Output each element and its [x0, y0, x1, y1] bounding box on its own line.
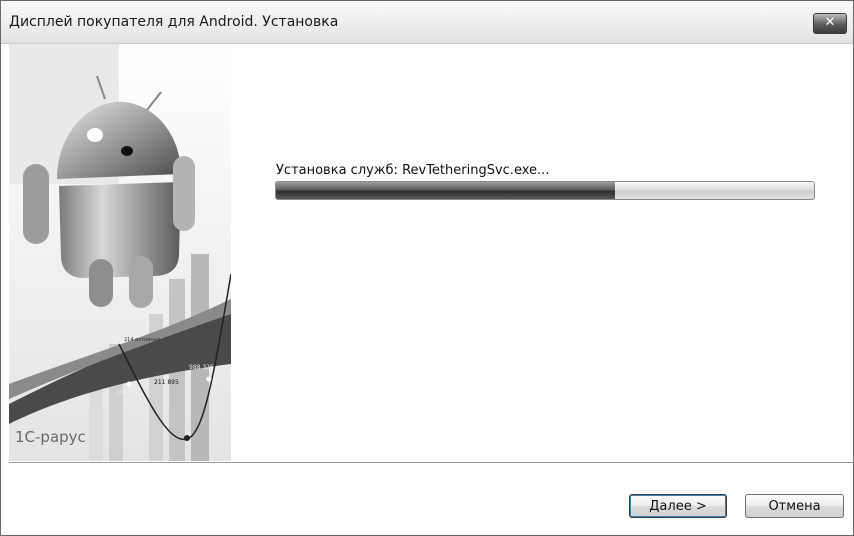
title-bar[interactable]: Дисплей покупателя для Android. Установк…	[1, 1, 853, 44]
brand-logo: 1С-рарус	[15, 428, 86, 446]
chart-label: 558 025	[117, 390, 134, 395]
progress-status-text: Установка служб: RevTetheringSvc.exe...	[276, 163, 550, 178]
footer-divider	[9, 462, 853, 464]
chart-label: 214 активных	[124, 337, 161, 343]
progress-bar-fill	[276, 182, 615, 199]
next-button[interactable]: Далее >	[629, 494, 727, 518]
progress-bar	[275, 181, 815, 200]
window-title: Дисплей покупателя для Android. Установк…	[9, 14, 339, 30]
side-banner-image: 214 активных 211 895 988 325 558 025 1С-…	[9, 44, 231, 461]
installer-window: Дисплей покупателя для Android. Установк…	[0, 0, 854, 536]
cancel-button[interactable]: Отмена	[745, 494, 844, 518]
chart-label: 211 895	[154, 379, 179, 386]
close-icon: ✕	[824, 15, 836, 30]
close-button[interactable]: ✕	[813, 13, 847, 34]
chart-label: 988 325	[189, 364, 214, 371]
android-robot-illustration: 214 активных 211 895 988 325 558 025 1С-…	[9, 44, 231, 461]
